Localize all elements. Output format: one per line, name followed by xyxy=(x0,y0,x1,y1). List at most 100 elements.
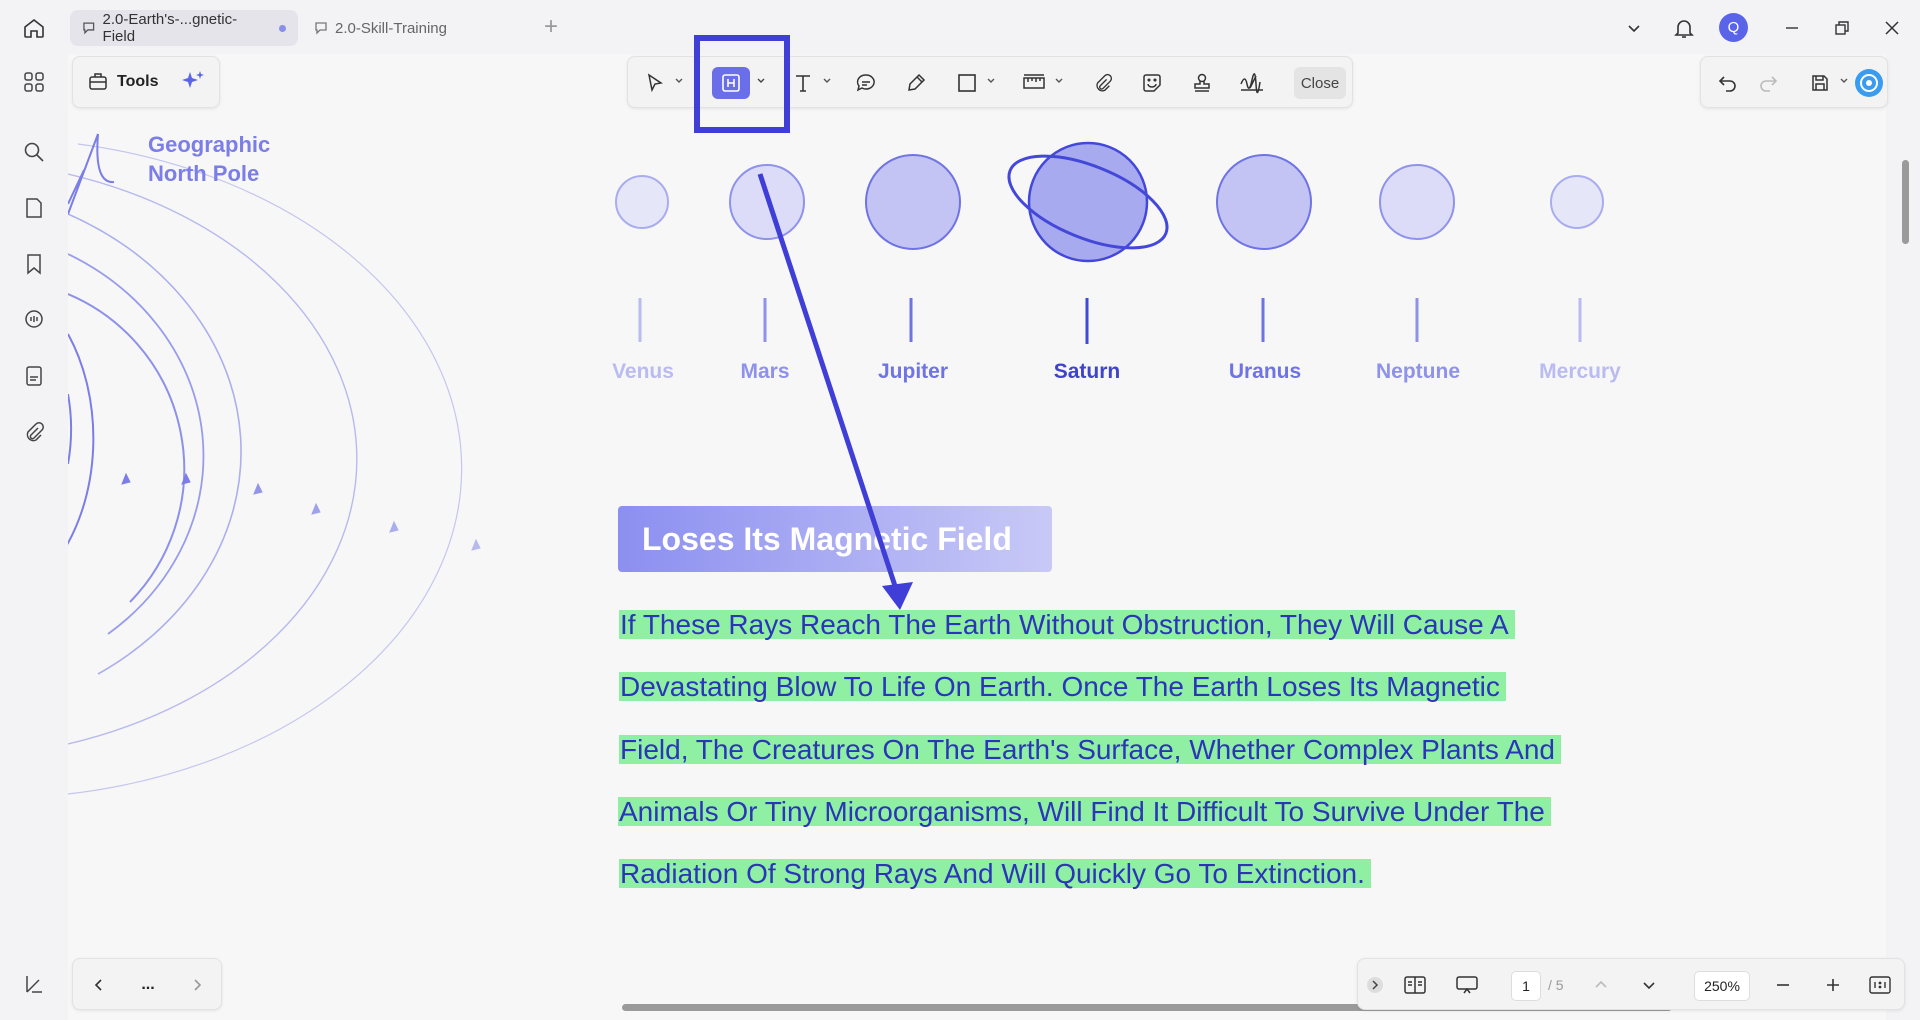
actual-size-icon xyxy=(1869,976,1891,994)
right-toolbar xyxy=(1700,56,1888,108)
title-bar: 2.0-Earth's-...gnetic-Field 2.0-Skill-Tr… xyxy=(0,0,1920,54)
search-icon xyxy=(24,142,44,162)
page-total: / 5 xyxy=(1548,977,1564,993)
tab-label: 2.0-Earth's-...gnetic-Field xyxy=(102,11,238,45)
chevron-down-icon[interactable] xyxy=(1839,76,1849,86)
tab-skill-training[interactable]: 2.0-Skill-Training xyxy=(302,10,530,46)
save-button[interactable] xyxy=(1805,67,1835,99)
book-icon xyxy=(1404,976,1426,994)
paragraph-line[interactable]: Animals Or Tiny Microorganisms, Will Fin… xyxy=(618,797,1551,826)
paragraph-line[interactable]: Field, The Creatures On The Earth's Surf… xyxy=(619,735,1561,764)
paragraph-line[interactable]: Devastating Blow To Life On Earth. Once … xyxy=(619,672,1506,701)
document-canvas: Geographic North Pole Venus Mars Jupiter… xyxy=(68,54,1886,1020)
pages-button[interactable] xyxy=(18,192,50,224)
comment-tool-button[interactable] xyxy=(850,67,882,99)
attachments-button[interactable] xyxy=(18,416,50,448)
previous-page-button[interactable] xyxy=(1588,969,1614,1001)
chevron-down-icon[interactable] xyxy=(822,76,832,86)
minus-icon xyxy=(1777,984,1789,986)
text-tool-button[interactable] xyxy=(788,67,818,99)
chevron-up-icon xyxy=(1595,980,1607,988)
comment-icon xyxy=(856,74,875,92)
close-toolbar-button[interactable]: Close xyxy=(1294,67,1346,99)
measure-tool-button[interactable] xyxy=(1018,67,1050,99)
ai-sparkle-icon[interactable] xyxy=(180,69,206,95)
comments-button[interactable] xyxy=(18,304,50,336)
comment-icon xyxy=(315,22,327,35)
comment-icon xyxy=(83,22,95,35)
chevron-down-icon[interactable] xyxy=(674,76,684,86)
restore-button[interactable] xyxy=(1826,12,1858,44)
zoom-in-button[interactable] xyxy=(1820,969,1846,1001)
new-tab-button[interactable]: + xyxy=(544,14,558,40)
tab-label: 2.0-Skill-Training xyxy=(335,19,447,37)
view-controls-panel: 1 / 5 250% xyxy=(1357,958,1905,1010)
left-rail xyxy=(0,54,68,1020)
page-layout-button[interactable] xyxy=(1400,969,1430,1001)
tools-label: Tools xyxy=(117,73,159,90)
toolbox-icon xyxy=(89,73,107,90)
user-avatar[interactable]: Q xyxy=(1719,13,1748,42)
home-icon xyxy=(24,18,44,38)
planet-neptune xyxy=(1379,164,1455,342)
planet-label-mercury: Mercury xyxy=(1539,360,1621,383)
zoom-out-button[interactable] xyxy=(1770,969,1796,1001)
signature-tool-button[interactable] xyxy=(1234,67,1270,99)
sticker-tool-button[interactable] xyxy=(1136,67,1168,99)
paragraph-line[interactable]: Radiation Of Strong Rays And Will Quickl… xyxy=(619,859,1371,888)
shape-tool-button[interactable] xyxy=(952,67,982,99)
comment-icon xyxy=(25,310,43,328)
next-button[interactable] xyxy=(183,969,211,1001)
planet-venus xyxy=(615,175,669,342)
page-number-input[interactable]: 1 xyxy=(1511,971,1541,1001)
redo-button[interactable] xyxy=(1753,67,1783,99)
minimize-button[interactable] xyxy=(1776,12,1808,44)
zoom-level-input[interactable]: 250% xyxy=(1694,971,1750,1001)
tab-list-button[interactable] xyxy=(1618,12,1650,44)
presentation-button[interactable] xyxy=(1452,969,1482,1001)
stamp-tool-button[interactable] xyxy=(1186,67,1218,99)
geographic-north-pole-label: Geographic North Pole xyxy=(148,132,271,186)
notifications-button[interactable] xyxy=(1668,12,1700,44)
search-button[interactable] xyxy=(18,136,50,168)
planet-mars xyxy=(729,164,805,342)
cursor-icon xyxy=(647,73,663,93)
select-tool-button[interactable] xyxy=(640,67,670,99)
tab-earths-magnetic-field[interactable]: 2.0-Earth's-...gnetic-Field xyxy=(70,10,298,46)
chevron-right-circle-icon xyxy=(1367,977,1383,993)
previous-button[interactable] xyxy=(85,969,113,1001)
home-button[interactable] xyxy=(18,12,50,44)
signature-icon xyxy=(1240,73,1263,94)
undo-button[interactable] xyxy=(1713,67,1743,99)
paperclip-icon xyxy=(26,422,44,442)
pen-tool-button[interactable] xyxy=(900,67,932,99)
more-button[interactable]: ... xyxy=(133,969,163,1001)
next-page-button[interactable] xyxy=(1636,969,1662,1001)
unsaved-dot xyxy=(279,24,286,32)
close-window-button[interactable] xyxy=(1876,12,1908,44)
actual-size-button[interactable] xyxy=(1866,969,1894,1001)
bookmarks-button[interactable] xyxy=(18,248,50,280)
vertical-scrollbar[interactable] xyxy=(1902,160,1909,244)
chevron-down-icon[interactable] xyxy=(986,76,996,86)
sidebar-settings-button[interactable] xyxy=(18,968,50,1000)
chevron-down-icon[interactable] xyxy=(1054,76,1064,86)
apps-button[interactable] xyxy=(18,66,50,98)
collapse-panel-button[interactable] xyxy=(1364,969,1386,1001)
close-icon xyxy=(1885,21,1899,35)
undo-icon xyxy=(1718,76,1736,92)
planet-label-saturn: Saturn xyxy=(1053,360,1121,383)
sidebar-icon xyxy=(26,976,42,993)
attach-tool-button[interactable] xyxy=(1088,67,1118,99)
ai-assistant-icon xyxy=(1855,69,1883,97)
ai-assistant-button[interactable] xyxy=(1853,67,1885,99)
bookmark-icon xyxy=(27,254,41,275)
highlight-annotation-box xyxy=(694,35,790,133)
plus-icon xyxy=(1827,979,1839,991)
form-button[interactable] xyxy=(18,360,50,392)
redo-icon xyxy=(1760,76,1778,92)
presentation-icon xyxy=(1456,976,1478,994)
paragraph-line[interactable]: If These Rays Reach The Earth Without Ob… xyxy=(619,610,1515,639)
pen-icon xyxy=(908,73,926,91)
tools-panel[interactable]: Tools xyxy=(72,56,220,108)
